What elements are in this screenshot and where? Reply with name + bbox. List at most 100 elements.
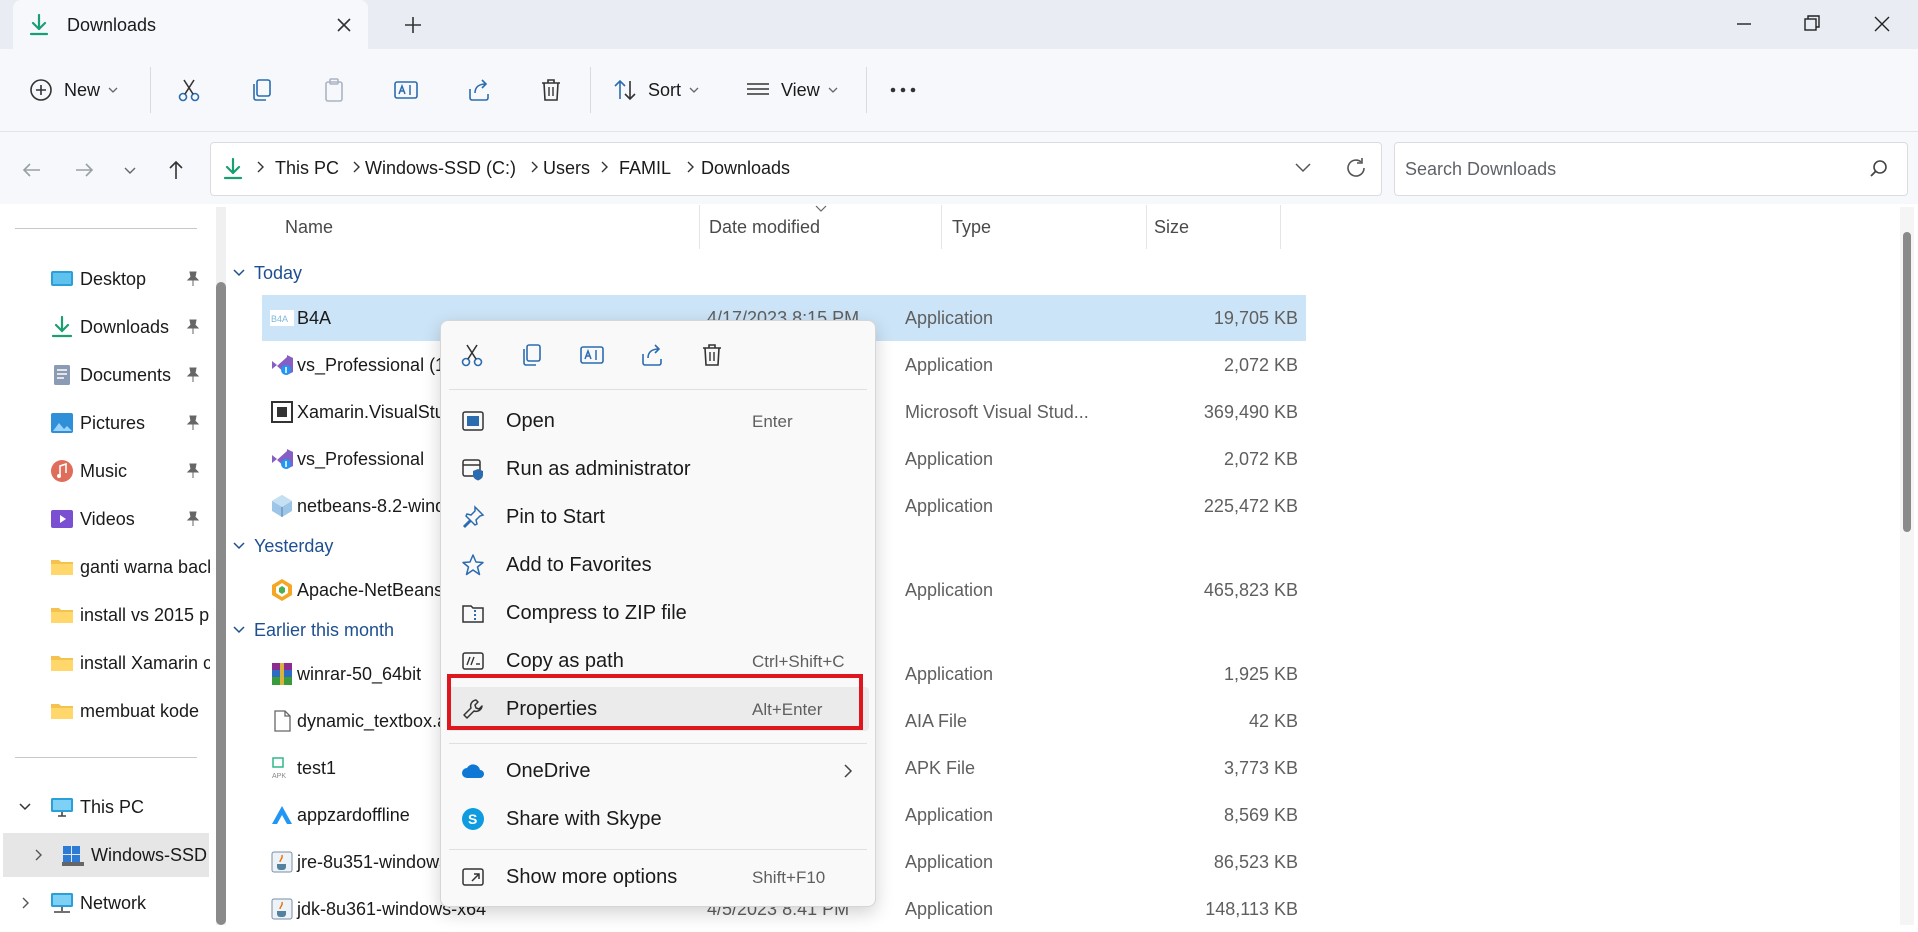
menu-item-add-to-favorites[interactable]: Add to Favorites [447, 543, 869, 587]
new-tab-button[interactable] [398, 12, 428, 38]
delete-button[interactable] [696, 339, 728, 371]
menu-item-onedrive[interactable]: OneDrive [447, 749, 869, 793]
column-divider[interactable] [1280, 205, 1281, 249]
file-list-scrollbar-thumb[interactable] [1903, 232, 1911, 532]
search-input[interactable]: Search Downloads [1394, 142, 1908, 196]
menu-item-run-as-administrator[interactable]: Run as administrator [447, 447, 869, 491]
chevron-right-icon[interactable] [351, 160, 361, 174]
column-divider[interactable] [699, 205, 700, 249]
chevron-right-icon[interactable] [255, 160, 265, 174]
pin-icon[interactable] [186, 415, 200, 431]
menu-item-open[interactable]: Open Enter [447, 399, 869, 443]
share-button[interactable] [466, 71, 492, 109]
sidebar-item-music[interactable]: Music [0, 449, 210, 493]
menu-item-label: Open [506, 410, 555, 432]
sidebar-item-label: install vs 2015 pr [80, 604, 210, 625]
netbeans-icon [270, 494, 294, 518]
menu-item-pin-to-start[interactable]: Pin to Start [447, 495, 869, 539]
file-name: vs_Professional (1) [297, 355, 452, 375]
pin-icon[interactable] [186, 463, 200, 479]
chevron-right-icon[interactable] [685, 160, 695, 174]
file-size: 1,925 KB [1223, 664, 1298, 684]
group-header-yesterday[interactable]: Yesterday [232, 530, 333, 562]
address-history-chevron-icon[interactable] [1293, 157, 1313, 177]
pin-icon[interactable] [186, 367, 200, 383]
breadcrumb-this-pc[interactable]: This PC [275, 158, 339, 179]
breadcrumb-users[interactable]: Users [543, 158, 590, 179]
back-button[interactable] [16, 154, 48, 186]
column-divider[interactable] [1146, 205, 1147, 249]
column-header-date-modified[interactable]: Date modified [709, 217, 820, 238]
zip-icon [461, 601, 485, 625]
cut-icon [459, 342, 485, 368]
chevron-down-icon [232, 268, 246, 278]
view-button[interactable]: View [745, 71, 838, 109]
chevron-right-icon[interactable] [529, 160, 539, 174]
sidebar-item-folder[interactable]: ganti warna backgr [0, 545, 210, 589]
trash-icon [538, 77, 564, 103]
menu-item-compress-to-zip[interactable]: Compress to ZIP file [447, 591, 869, 635]
menu-item-share-with-skype[interactable]: S Share with Skype [447, 797, 869, 841]
sidebar-item-folder[interactable]: membuat kode [0, 689, 210, 733]
address-bar[interactable]: This PC Windows-SSD (C:) Users FAMIL Dow… [210, 142, 1382, 196]
close-window-button[interactable] [1852, 6, 1912, 42]
sidebar-item-pictures[interactable]: Pictures [0, 401, 210, 445]
forward-button[interactable] [68, 154, 100, 186]
chevron-right-icon[interactable] [33, 848, 43, 862]
close-tab-icon[interactable] [331, 12, 357, 38]
share-button[interactable] [636, 339, 668, 371]
rename-button[interactable] [393, 71, 419, 109]
sort-button[interactable]: Sort [612, 71, 699, 109]
view-label: View [781, 79, 820, 100]
sidebar-item-network[interactable]: Network [0, 881, 210, 925]
recent-locations-button[interactable] [114, 154, 146, 186]
breadcrumb-windows-ssd[interactable]: Windows-SSD (C:) [365, 158, 516, 179]
b4a-icon: B4A [270, 306, 294, 330]
chevron-right-icon[interactable] [599, 160, 609, 174]
rename-icon [393, 77, 419, 103]
tab-downloads[interactable]: Downloads [13, 0, 368, 49]
paste-button[interactable] [321, 71, 347, 109]
up-button[interactable] [160, 154, 192, 186]
delete-button[interactable] [538, 71, 564, 109]
column-header-type[interactable]: Type [952, 217, 991, 238]
column-divider[interactable] [941, 205, 942, 249]
breadcrumb-famil[interactable]: FAMIL [619, 158, 671, 179]
new-button[interactable]: New [28, 71, 118, 109]
copy-button[interactable] [249, 71, 275, 109]
breadcrumb-downloads[interactable]: Downloads [701, 158, 790, 179]
chevron-right-icon[interactable] [20, 896, 30, 910]
rename-button[interactable] [576, 339, 608, 371]
sidebar-item-this-pc[interactable]: This PC [0, 785, 210, 829]
group-header-today[interactable]: Today [232, 257, 302, 289]
search-icon[interactable] [1869, 159, 1889, 179]
sidebar-item-documents[interactable]: Documents [0, 353, 210, 397]
sidebar-item-videos[interactable]: Videos [0, 497, 210, 541]
sidebar-item-desktop[interactable]: Desktop [0, 257, 210, 301]
svg-text:S: S [468, 811, 477, 827]
arrow-up-icon [165, 159, 187, 181]
chevron-down-icon[interactable] [18, 802, 32, 812]
sidebar-item-folder[interactable]: install Xamarin ca [0, 641, 210, 685]
pin-icon[interactable] [186, 511, 200, 527]
column-header-name[interactable]: Name [285, 217, 333, 238]
menu-item-label: Run as administrator [506, 458, 691, 480]
group-header-earlier-this-month[interactable]: Earlier this month [232, 614, 394, 646]
minimize-button[interactable] [1714, 6, 1774, 42]
sidebar-item-downloads[interactable]: Downloads [0, 305, 210, 349]
sidebar-scrollbar-thumb[interactable] [216, 282, 226, 925]
chevron-right-icon [843, 763, 853, 779]
file-type: Application [905, 805, 994, 825]
copy-button[interactable] [516, 339, 548, 371]
cut-button[interactable] [176, 71, 202, 109]
cut-button[interactable] [456, 339, 488, 371]
restore-button[interactable] [1782, 6, 1842, 42]
pin-icon[interactable] [186, 319, 200, 335]
pin-icon[interactable] [186, 271, 200, 287]
refresh-icon[interactable] [1344, 156, 1368, 180]
sidebar-item-windows-ssd[interactable]: Windows-SSD (C:) [3, 833, 209, 877]
column-header-size[interactable]: Size [1154, 217, 1189, 238]
see-more-button[interactable] [888, 71, 918, 109]
menu-item-show-more-options[interactable]: Show more options Shift+F10 [447, 855, 869, 899]
sidebar-item-folder[interactable]: install vs 2015 pr [0, 593, 210, 637]
